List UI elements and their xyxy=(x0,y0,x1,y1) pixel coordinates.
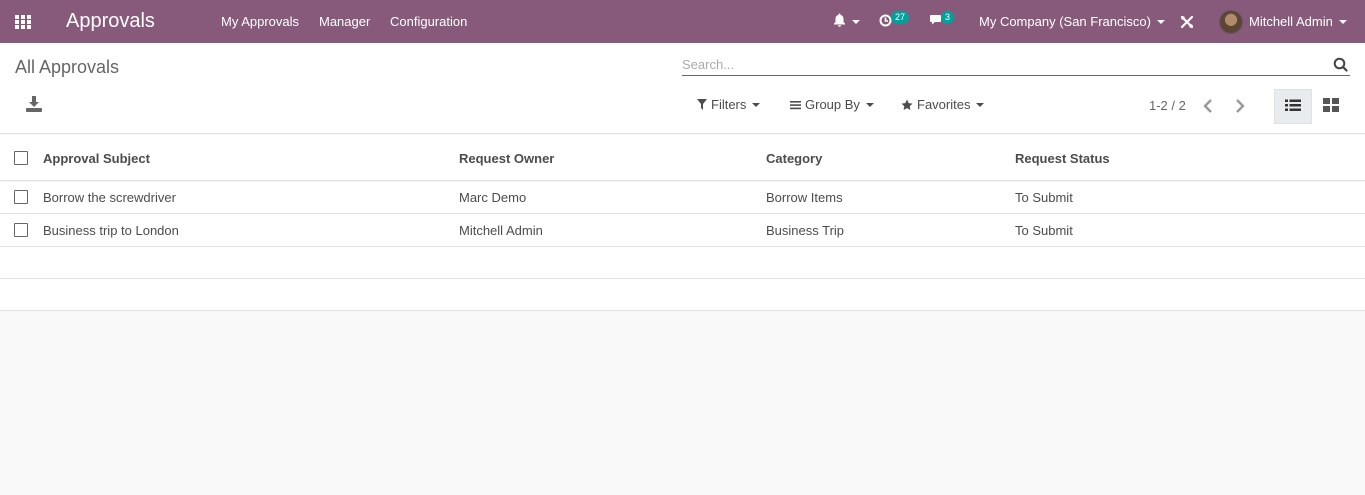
chevron-left-icon xyxy=(1202,99,1214,117)
pager-next-button[interactable] xyxy=(1234,98,1246,117)
column-request-owner[interactable]: Request Owner xyxy=(459,135,554,181)
cell-status[interactable]: To Submit xyxy=(1015,214,1073,246)
table-row[interactable]: Business trip to London Mitchell Admin B… xyxy=(0,214,1365,247)
filter-icon xyxy=(697,99,707,110)
chevron-down-icon xyxy=(976,102,985,107)
empty-row xyxy=(0,247,1365,279)
filters-button[interactable]: Filters xyxy=(697,97,761,112)
company-name: My Company (San Francisco) xyxy=(979,14,1151,29)
search-icon[interactable] xyxy=(1333,57,1348,75)
export-button[interactable] xyxy=(25,95,43,113)
table-row[interactable]: Borrow the screwdriver Marc Demo Borrow … xyxy=(0,181,1365,214)
filters-label: Filters xyxy=(711,97,747,112)
kanban-view-icon xyxy=(1323,98,1339,115)
breadcrumb: All Approvals xyxy=(15,57,120,77)
list-view-icon xyxy=(1285,99,1301,115)
messages-button[interactable]: 3 xyxy=(930,0,955,43)
activity-button[interactable]: 27 xyxy=(879,0,910,43)
empty-row xyxy=(0,279,1365,311)
user-name: Mitchell Admin xyxy=(1249,14,1333,29)
cell-subject[interactable]: Borrow the screwdriver xyxy=(43,181,176,213)
cell-category[interactable]: Borrow Items xyxy=(766,181,843,213)
debug-icon[interactable] xyxy=(1180,0,1194,43)
avatar xyxy=(1219,9,1243,34)
menu-configuration[interactable]: Configuration xyxy=(390,0,467,43)
cell-category[interactable]: Business Trip xyxy=(766,214,844,246)
row-checkbox[interactable] xyxy=(14,181,28,213)
chevron-down-icon xyxy=(865,102,874,107)
list-view-button[interactable] xyxy=(1274,89,1312,124)
control-panel: All Approvals Filters Group By Favorites… xyxy=(0,43,1365,134)
cell-owner[interactable]: Marc Demo xyxy=(459,181,526,213)
cell-status[interactable]: To Submit xyxy=(1015,181,1073,213)
list-icon xyxy=(790,100,801,110)
menu-my-approvals[interactable]: My Approvals xyxy=(221,0,299,43)
select-all-checkbox[interactable] xyxy=(14,135,28,181)
row-checkbox[interactable] xyxy=(14,214,28,246)
chevron-right-icon xyxy=(1234,99,1246,117)
groupby-label: Group By xyxy=(805,97,860,112)
bell-icon xyxy=(833,13,846,30)
pager-previous-button[interactable] xyxy=(1202,98,1214,117)
table-header: Approval Subject Request Owner Category … xyxy=(0,135,1365,181)
user-menu[interactable]: Mitchell Admin xyxy=(1219,0,1347,43)
company-switcher[interactable]: My Company (San Francisco) xyxy=(979,0,1165,43)
favorites-button[interactable]: Favorites xyxy=(901,97,985,112)
apps-grid-icon[interactable] xyxy=(15,0,33,43)
chevron-down-icon xyxy=(752,102,761,107)
chevron-down-icon xyxy=(1338,19,1347,24)
search-bar xyxy=(682,54,1350,76)
column-approval-subject[interactable]: Approval Subject xyxy=(43,135,150,181)
top-navbar: Approvals My Approvals Manager Configura… xyxy=(0,0,1365,43)
chevron-down-icon xyxy=(852,19,860,24)
kanban-view-button[interactable] xyxy=(1315,89,1347,124)
approvals-table: Approval Subject Request Owner Category … xyxy=(0,135,1365,311)
cell-subject[interactable]: Business trip to London xyxy=(43,214,179,246)
notifications-button[interactable] xyxy=(833,0,860,43)
search-input[interactable] xyxy=(682,54,1322,74)
messages-count-badge: 3 xyxy=(941,11,955,24)
star-icon xyxy=(901,99,913,111)
favorites-label: Favorites xyxy=(917,97,971,112)
menu-manager[interactable]: Manager xyxy=(319,0,370,43)
chevron-down-icon xyxy=(1156,19,1165,24)
column-request-status[interactable]: Request Status xyxy=(1015,135,1110,181)
pager-value[interactable]: 1-2 / 2 xyxy=(1149,98,1186,113)
download-icon xyxy=(25,96,43,116)
app-title[interactable]: Approvals xyxy=(66,0,155,43)
cell-owner[interactable]: Mitchell Admin xyxy=(459,214,543,246)
activity-count-badge: 27 xyxy=(891,11,910,24)
groupby-button[interactable]: Group By xyxy=(790,97,874,112)
column-category[interactable]: Category xyxy=(766,135,822,181)
